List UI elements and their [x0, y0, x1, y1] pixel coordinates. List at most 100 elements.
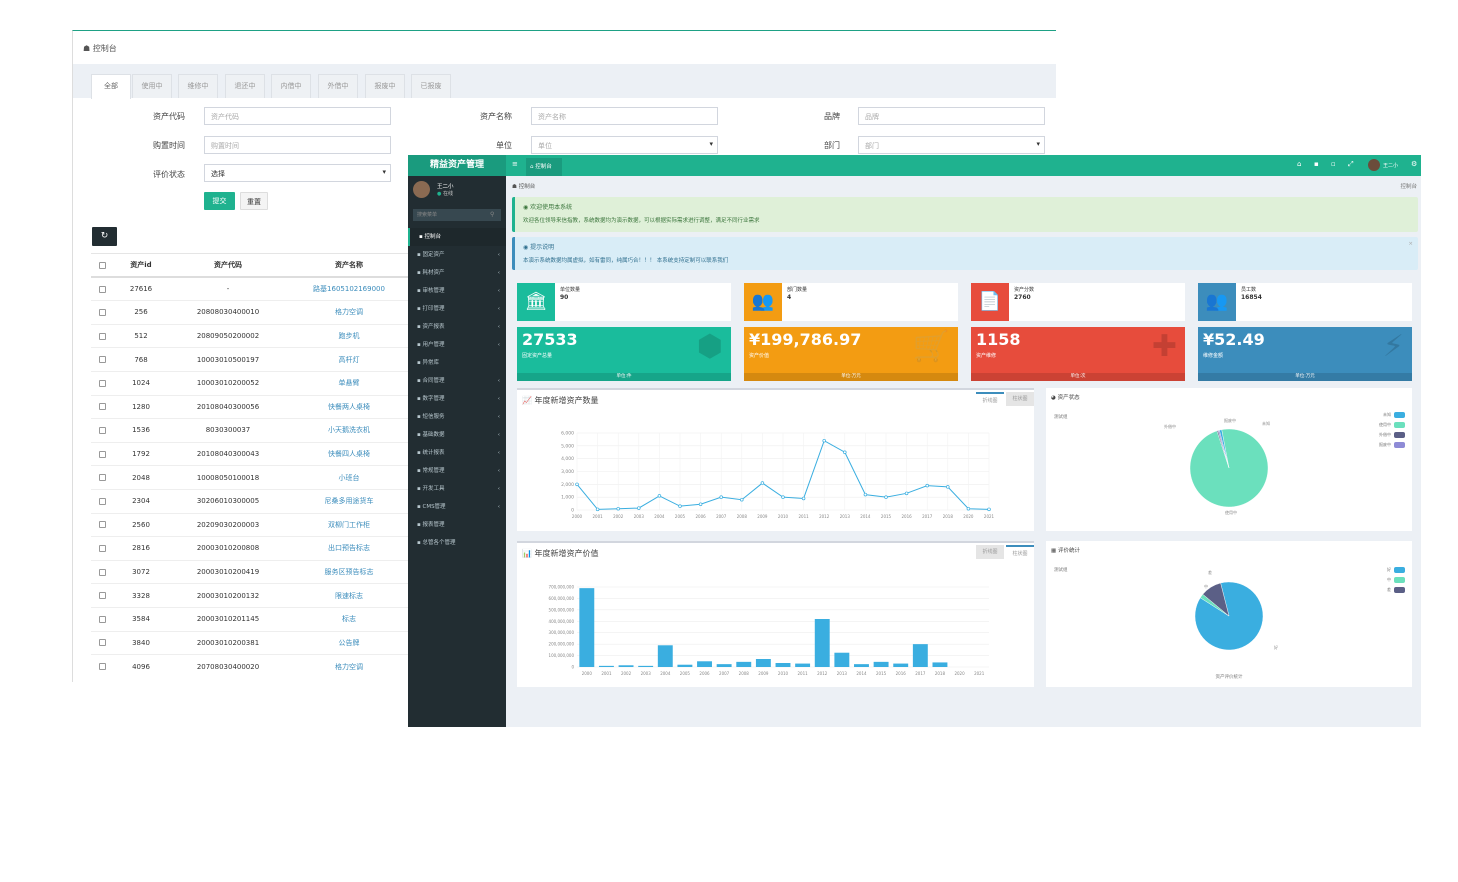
- stat-footer[interactable]: 单位:万元: [1198, 373, 1412, 381]
- menu-search-input[interactable]: 搜索菜单: [413, 209, 501, 221]
- data-point[interactable]: [637, 506, 641, 510]
- cell-asset-name-link[interactable]: 路基1605102169000: [287, 276, 411, 301]
- reset-button[interactable]: 重置: [240, 192, 268, 210]
- data-point[interactable]: [657, 494, 662, 498]
- cell-asset-name-link[interactable]: 双柳门工作柜: [287, 512, 411, 537]
- row-checkbox[interactable]: [91, 606, 113, 631]
- stat-footer[interactable]: 单位:件: [517, 373, 731, 381]
- bar[interactable]: [755, 659, 771, 667]
- tab-in-use[interactable]: 使用中: [132, 74, 172, 98]
- cell-asset-name-link[interactable]: 尼桑多用途货车: [287, 488, 411, 514]
- bar[interactable]: [775, 663, 791, 667]
- legend-swatch[interactable]: [1394, 412, 1405, 418]
- table-row[interactable]: 256 20808030400010 格力空调: [91, 300, 411, 325]
- row-checkbox[interactable]: [91, 441, 113, 466]
- sidebar-item[interactable]: ▪ 短信服务 ‹: [408, 408, 506, 426]
- cell-asset-name-link[interactable]: 服务区预告标志: [287, 559, 411, 584]
- data-point[interactable]: [698, 502, 703, 506]
- stat-footer[interactable]: 单位:次: [971, 373, 1185, 381]
- sidebar-item[interactable]: ▪ 打印管理 ‹: [408, 300, 506, 318]
- data-point[interactable]: [719, 495, 723, 499]
- select-all-checkbox[interactable]: [91, 253, 113, 279]
- asset-code-input[interactable]: 资产代码: [204, 107, 391, 125]
- data-point[interactable]: [801, 496, 806, 501]
- bar[interactable]: [834, 652, 850, 667]
- language-icon[interactable]: ▫: [1331, 161, 1338, 168]
- tab-scrapped[interactable]: 已报废: [411, 74, 451, 98]
- row-checkbox[interactable]: [91, 630, 113, 655]
- cell-asset-name-link[interactable]: 跑步机: [287, 323, 411, 348]
- table-row[interactable]: 3840 20003010200381 公告牌: [91, 630, 411, 655]
- eval-status-select[interactable]: 选择: [204, 164, 391, 182]
- row-checkbox[interactable]: [91, 276, 113, 301]
- sidebar-item[interactable]: ▪ 总管各个管理: [408, 534, 506, 552]
- asset-name-input[interactable]: 资产名称: [531, 107, 718, 125]
- brand-input[interactable]: 品牌: [858, 107, 1045, 125]
- dept-select[interactable]: 部门: [858, 136, 1045, 154]
- row-checkbox[interactable]: [91, 300, 113, 325]
- bar[interactable]: [618, 665, 634, 667]
- table-row[interactable]: 1024 10003010200052 单悬臂: [91, 370, 411, 396]
- bar[interactable]: [716, 664, 732, 667]
- tab-dashboard[interactable]: ⌂ 控制台: [526, 158, 562, 176]
- legend-swatch[interactable]: [1394, 567, 1405, 573]
- table-row[interactable]: 1280 20108040300056 快餐两人桌椅: [91, 394, 411, 419]
- data-point[interactable]: [740, 497, 744, 502]
- table-row[interactable]: 3584 20003010201145 标志: [91, 606, 411, 631]
- row-checkbox[interactable]: [91, 559, 113, 584]
- data-point[interactable]: [575, 482, 579, 487]
- data-point[interactable]: [781, 495, 785, 499]
- bar[interactable]: [598, 665, 614, 667]
- unit-select[interactable]: 单位: [531, 136, 718, 154]
- bar[interactable]: [873, 661, 889, 667]
- data-point[interactable]: [843, 450, 847, 454]
- table-row[interactable]: 27616- 路基1605102169000: [91, 276, 411, 301]
- cell-asset-name-link[interactable]: 小天鹅洗衣机: [287, 418, 411, 443]
- row-checkbox[interactable]: [91, 347, 113, 372]
- close-icon[interactable]: ×: [1408, 241, 1413, 247]
- sidebar-item[interactable]: ▪ CMS管理 ‹: [408, 498, 506, 516]
- sidebar-item[interactable]: ▪ 控制台: [408, 228, 506, 246]
- sidebar-item[interactable]: ▪ 用户管理 ‹: [408, 336, 506, 354]
- cell-asset-name-link[interactable]: 公告牌: [287, 630, 411, 655]
- fullscreen-icon[interactable]: ⤢: [1348, 161, 1355, 168]
- table-row[interactable]: 2560 20209030200003 双柳门工作柜: [91, 512, 411, 537]
- row-checkbox[interactable]: [91, 654, 113, 679]
- table-row[interactable]: 2304 30206010300005 尼桑多用途货车: [91, 488, 411, 514]
- cell-asset-name-link[interactable]: 高杆灯: [287, 347, 411, 372]
- sidebar-item[interactable]: ▪ 合同管理 ‹: [408, 372, 506, 390]
- table-row[interactable]: 1792 20108040300043 快餐四人桌椅: [91, 441, 411, 466]
- bar[interactable]: [795, 663, 811, 667]
- sidebar-item[interactable]: ▪ 资产报表 ‹: [408, 318, 506, 336]
- bar[interactable]: [697, 661, 712, 667]
- col-asset-code[interactable]: 资产代码: [169, 253, 287, 279]
- data-point[interactable]: [616, 506, 620, 511]
- sidebar-item[interactable]: ▪ 常规管理 ‹: [408, 462, 506, 480]
- menu-toggle-icon[interactable]: ≡: [512, 161, 519, 168]
- legend-swatch[interactable]: [1394, 422, 1405, 428]
- sidebar-item[interactable]: ▪ 审核管理 ‹: [408, 282, 506, 300]
- header-username[interactable]: 王二小: [1383, 162, 1398, 169]
- cell-asset-name-link[interactable]: 限速标志: [287, 583, 411, 608]
- data-point[interactable]: [946, 485, 950, 489]
- bar[interactable]: [854, 664, 869, 667]
- sidebar-item[interactable]: ▪ 异常库: [408, 354, 506, 372]
- col-asset-name[interactable]: 资产名称: [287, 253, 411, 279]
- tab-scrapping[interactable]: 报废中: [365, 74, 405, 98]
- search-icon[interactable]: ⚲: [490, 211, 494, 218]
- cell-asset-name-link[interactable]: 快餐两人桌椅: [287, 394, 411, 419]
- data-point[interactable]: [595, 507, 600, 512]
- sidebar-item[interactable]: ▪ 数字管理 ‹: [408, 390, 506, 408]
- purchase-time-input[interactable]: 购置时间: [204, 136, 391, 154]
- row-checkbox[interactable]: [91, 488, 113, 514]
- tab-external-loan[interactable]: 外借中: [318, 74, 358, 98]
- cell-asset-name-link[interactable]: 出口预告标志: [287, 536, 411, 561]
- legend-swatch[interactable]: [1394, 577, 1405, 583]
- data-point[interactable]: [925, 483, 929, 488]
- bar[interactable]: [638, 665, 654, 667]
- stat-footer[interactable]: 单位:万元: [744, 373, 958, 381]
- row-checkbox[interactable]: [91, 418, 113, 443]
- cell-asset-name-link[interactable]: 格力空调: [287, 654, 411, 679]
- refresh-button[interactable]: ↻: [92, 227, 117, 246]
- table-row[interactable]: 3328 20003010200132 限速标志: [91, 583, 411, 608]
